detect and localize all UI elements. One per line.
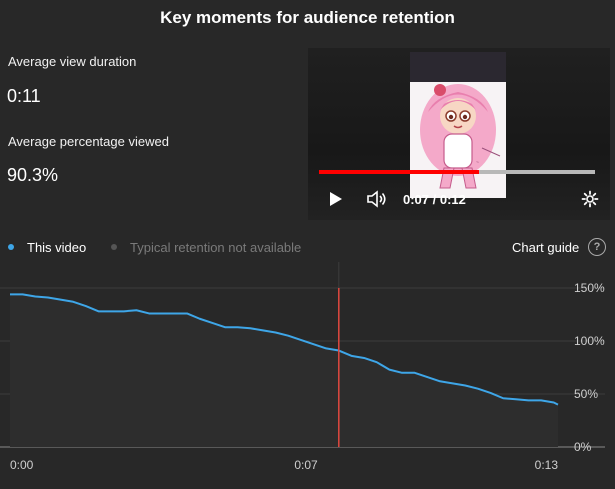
video-thumbnail: ~ — [410, 52, 506, 198]
x-tick-label: 0:07 — [294, 458, 318, 472]
series-area — [10, 294, 558, 447]
this-video-legend[interactable]: This video — [27, 240, 86, 255]
chart-guide-link[interactable]: Chart guide — [512, 240, 579, 255]
progress-fill — [319, 170, 480, 174]
y-tick-label: 100% — [574, 334, 605, 348]
typical-retention-legend: Typical retention not available — [130, 240, 302, 255]
gear-icon[interactable] — [581, 190, 599, 208]
video-player[interactable]: ~ 0:07 / 0:12 — [308, 48, 610, 220]
help-icon[interactable]: ? — [588, 238, 606, 256]
retention-chart[interactable]: 150% 100% 50% 0% 0:00 0:07 0:13 — [0, 262, 615, 489]
y-tick-label: 0% — [574, 440, 592, 454]
x-tick-label: 0:13 — [535, 458, 559, 472]
svg-text:~: ~ — [476, 160, 479, 166]
avg-view-duration-value: 0:11 — [7, 86, 41, 106]
avg-view-duration-label: Average view duration — [8, 54, 137, 69]
volume-icon[interactable] — [366, 190, 388, 208]
y-tick-label: 150% — [574, 281, 605, 295]
this-video-legend-dot — [8, 244, 14, 250]
character-illustration: ~ — [420, 84, 501, 189]
progress-bar[interactable] — [319, 170, 595, 174]
time-display: 0:07 / 0:12 — [403, 192, 466, 207]
x-tick-label: 0:00 — [10, 458, 34, 472]
avg-percentage-viewed-label: Average percentage viewed — [8, 134, 169, 149]
avg-percentage-viewed-value: 90.3% — [7, 165, 59, 185]
play-icon[interactable] — [328, 190, 344, 208]
retention-panel: Key moments for audience retention Avera… — [0, 0, 615, 489]
y-tick-label: 50% — [574, 387, 598, 401]
typical-retention-legend-dot — [111, 244, 117, 250]
page-title: Key moments for audience retention — [160, 8, 455, 27]
